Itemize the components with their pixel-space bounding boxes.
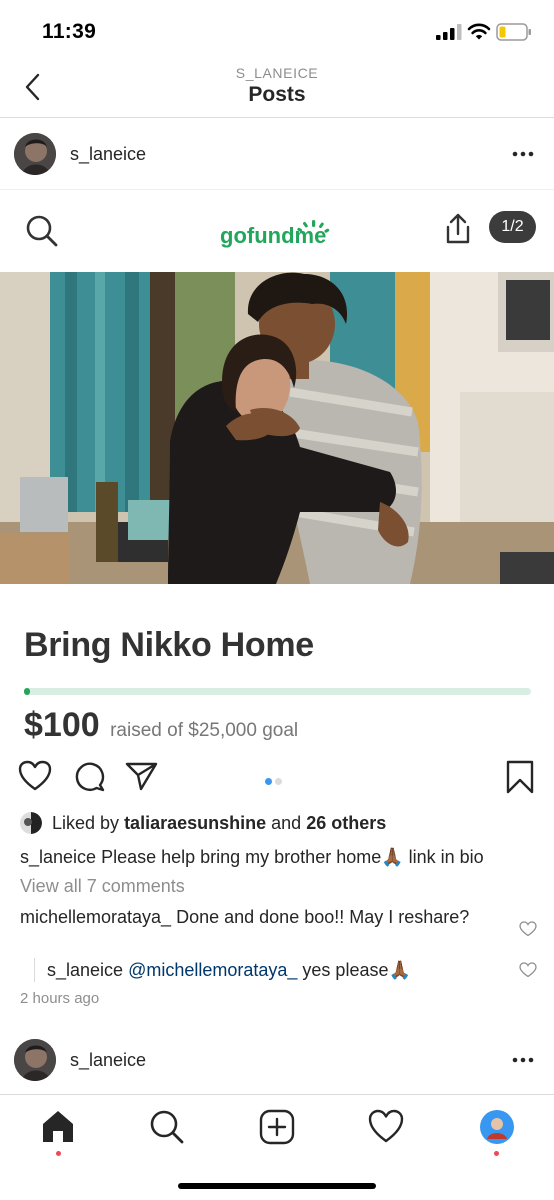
home-icon[interactable] <box>40 1109 76 1145</box>
gofundme-header: gofundme 1/2 <box>0 190 554 272</box>
more-options-icon[interactable] <box>512 1050 534 1070</box>
battery-icon <box>496 23 531 41</box>
profile-notification-dot <box>494 1151 499 1156</box>
avatar[interactable] <box>14 1039 56 1081</box>
view-all-comments-link[interactable]: View all 7 comments <box>20 876 185 897</box>
comment-username[interactable]: michellemorataya_ <box>20 907 171 927</box>
carousel-indicator <box>265 772 285 790</box>
caption-text: Please help bring my brother home🙏🏾 link… <box>101 847 484 867</box>
reply-username[interactable]: s_laneice <box>47 960 123 980</box>
gofundme-logo: gofundme <box>220 220 330 248</box>
cellular-signal-icon <box>436 24 462 40</box>
wifi-icon <box>467 23 491 40</box>
comment: michellemorataya_ Done and done boo!! Ma… <box>20 906 490 929</box>
next-post-username[interactable]: s_laneice <box>70 1050 146 1071</box>
carousel-dot <box>275 778 282 785</box>
comment-like-icon[interactable] <box>519 921 537 937</box>
raised-amount: $100 <box>24 706 100 744</box>
search-icon <box>26 215 58 247</box>
reply-text: yes please🙏🏾 <box>297 960 411 980</box>
likes-prefix: Liked by <box>52 812 120 833</box>
post-timestamp: 2 hours ago <box>20 990 100 1007</box>
campaign-title: Bring Nikko Home <box>24 626 314 664</box>
raised-goal-text: raised of $25,000 goal <box>110 720 299 741</box>
page-title: Posts <box>248 83 306 106</box>
progress-fill <box>24 688 30 695</box>
likes-others[interactable]: 26 others <box>306 813 386 834</box>
status-time: 11:39 <box>42 20 97 43</box>
post-actions <box>0 756 554 800</box>
header-username: S_LANEICE <box>235 65 319 81</box>
raised-summary: $100 raised of $25,000 goal <box>24 706 298 745</box>
reply-mention[interactable]: @michellemorataya_ <box>128 960 297 980</box>
send-paper-plane-icon[interactable] <box>125 760 159 792</box>
carousel-dot <box>265 778 272 785</box>
gofundme-logo-text: gofundme <box>220 223 326 248</box>
like-heart-icon[interactable] <box>18 760 52 792</box>
caption-username[interactable]: s_laneice <box>20 847 96 867</box>
post-username[interactable]: s_laneice <box>70 144 146 165</box>
post-header: s_laneice <box>0 118 554 190</box>
reply-like-icon[interactable] <box>519 962 537 978</box>
heart-icon[interactable] <box>368 1109 404 1145</box>
more-options-icon[interactable] <box>512 144 534 164</box>
next-post-header: s_laneice <box>0 1024 554 1096</box>
home-indicator <box>178 1183 376 1189</box>
post-caption: s_laneice Please help bring my brother h… <box>20 845 540 869</box>
image-counter-badge: 1/2 <box>489 211 536 243</box>
likes-summary[interactable]: Liked by taliaraesunshine and 26 others <box>20 810 386 836</box>
fundraising-progress-bar <box>24 688 531 695</box>
plus-square-icon[interactable] <box>259 1109 295 1145</box>
nav-header: S_LANEICE Posts <box>0 60 554 118</box>
search-icon[interactable] <box>149 1109 185 1145</box>
liker-avatar <box>20 812 42 834</box>
status-bar: 11:39 <box>0 0 554 64</box>
likes-user[interactable]: taliaraesunshine <box>124 813 266 834</box>
comment-reply: s_laneice @michellemorataya_ yes please🙏… <box>34 958 504 982</box>
avatar[interactable] <box>479 1109 515 1145</box>
bookmark-icon[interactable] <box>505 760 535 794</box>
home-notification-dot <box>56 1151 61 1156</box>
likes-and: and <box>271 812 302 833</box>
comment-bubble-icon[interactable] <box>73 760 105 792</box>
avatar[interactable] <box>14 133 56 175</box>
share-icon <box>446 213 470 244</box>
comment-text: Done and done boo!! May I reshare? <box>176 907 470 927</box>
post-photo[interactable] <box>0 272 554 584</box>
